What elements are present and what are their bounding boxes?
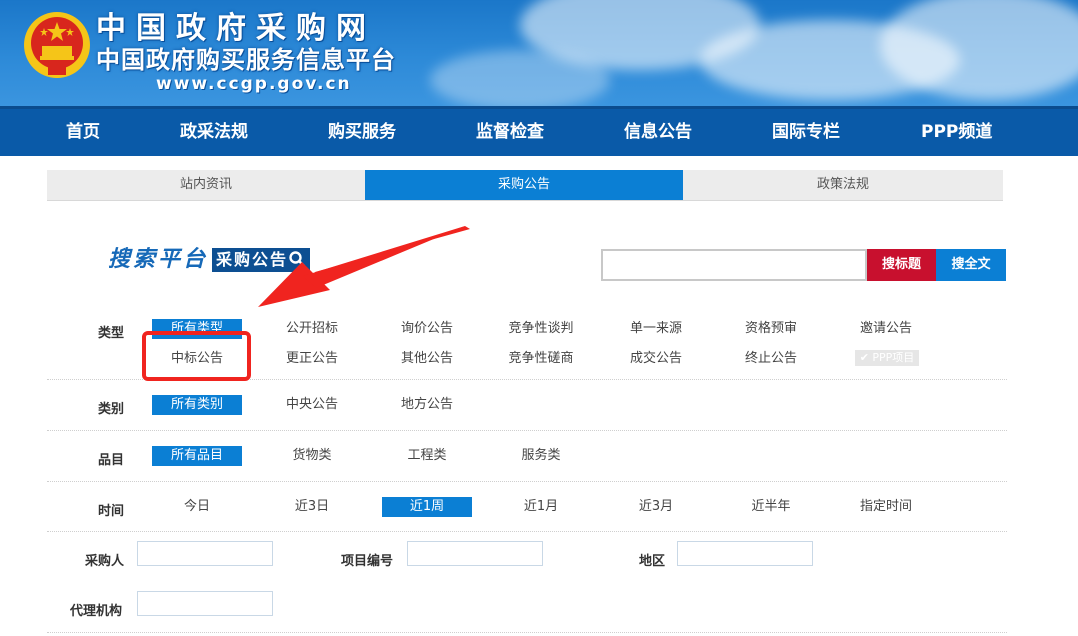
time-option-3months[interactable]: 近3月 <box>611 497 701 517</box>
search-platform-logo: 搜索平台 采购公告 <box>108 246 311 274</box>
search-input[interactable] <box>601 249 867 281</box>
filter-category-label: 类别 <box>98 402 125 417</box>
type-option-competitive-consultation[interactable]: 竞争性磋商 <box>496 349 586 369</box>
type-option-open-bid[interactable]: 公开招标 <box>267 319 357 339</box>
time-option-1month[interactable]: 近1月 <box>496 497 586 517</box>
filter-item-label: 品目 <box>98 453 125 468</box>
purchaser-field[interactable] <box>137 541 273 566</box>
nav-home[interactable]: 首页 <box>66 109 100 156</box>
purchaser-label: 采购人 <box>85 554 125 569</box>
time-option-custom[interactable]: 指定时间 <box>841 497 931 517</box>
nav-supervision[interactable]: 监督检查 <box>476 109 544 156</box>
category-option-local[interactable]: 地方公告 <box>382 395 472 415</box>
nav-purchase-services[interactable]: 购买服务 <box>328 109 396 156</box>
tab-procurement-announcements[interactable]: 采购公告 <box>365 170 683 200</box>
type-option-inquiry[interactable]: 询价公告 <box>382 319 472 339</box>
search-icon <box>289 251 305 267</box>
item-option-engineering[interactable]: 工程类 <box>382 446 472 466</box>
item-option-services[interactable]: 服务类 <box>496 446 586 466</box>
nav-ppp[interactable]: PPP频道 <box>921 109 992 156</box>
nav-regulations[interactable]: 政采法规 <box>180 109 248 156</box>
search-platform-tag: 采购公告 <box>212 248 311 272</box>
time-option-3days[interactable]: 近3日 <box>267 497 357 517</box>
type-option-invitation[interactable]: 邀请公告 <box>841 319 931 339</box>
type-option-ppp-label: PPP项目 <box>872 351 915 364</box>
search-platform-label: 搜索平台 <box>108 247 209 272</box>
main-nav: 首页 政采法规 购买服务 监督检查 信息公告 国际专栏 PPP频道 <box>0 106 1078 156</box>
site-banner: 中国政府采购网 中国政府购买服务信息平台 www.ccgp.gov.cn <box>0 0 1078 106</box>
site-title: 中国政府采购网 <box>96 11 376 46</box>
time-option-half-year[interactable]: 近半年 <box>726 497 816 517</box>
region-field[interactable] <box>677 541 813 566</box>
search-title-button[interactable]: 搜标题 <box>867 249 936 281</box>
row-divider <box>47 430 1007 431</box>
type-option-all[interactable]: 所有类型 <box>152 319 242 339</box>
type-option-prequalification[interactable]: 资格预审 <box>726 319 816 339</box>
category-option-all[interactable]: 所有类别 <box>152 395 242 415</box>
category-option-central[interactable]: 中央公告 <box>267 395 357 415</box>
type-option-ppp[interactable]: ✔ PPP项目 <box>855 350 919 366</box>
filter-time-label: 时间 <box>98 504 125 519</box>
project-no-label: 项目编号 <box>341 554 394 569</box>
tab-policies[interactable]: 政策法规 <box>683 170 1003 200</box>
type-option-competitive-negotiation[interactable]: 竞争性谈判 <box>496 319 586 339</box>
banner-cloud <box>430 50 610 106</box>
row-divider <box>47 481 1007 482</box>
filter-type-label: 类型 <box>98 326 125 341</box>
region-label: 地区 <box>639 554 666 569</box>
project-no-field[interactable] <box>407 541 543 566</box>
search-fulltext-button[interactable]: 搜全文 <box>936 249 1006 281</box>
tab-site-news[interactable]: 站内资讯 <box>47 170 365 200</box>
search-platform-tag-text: 采购公告 <box>216 250 289 269</box>
nav-international[interactable]: 国际专栏 <box>772 109 840 156</box>
agency-label: 代理机构 <box>70 604 123 619</box>
item-option-goods[interactable]: 货物类 <box>267 446 357 466</box>
check-icon: ✔ <box>859 351 873 364</box>
sub-tabs: 站内资讯 采购公告 政策法规 <box>47 170 1003 201</box>
item-option-all[interactable]: 所有品目 <box>152 446 242 466</box>
type-option-award[interactable]: 中标公告 <box>152 349 242 369</box>
row-divider <box>47 632 1007 633</box>
site-subtitle: 中国政府购买服务信息平台 <box>96 46 396 74</box>
type-option-transaction[interactable]: 成交公告 <box>611 349 701 369</box>
national-emblem-icon <box>24 12 90 79</box>
type-option-correction[interactable]: 更正公告 <box>267 349 357 369</box>
row-divider <box>47 379 1007 380</box>
time-option-1week[interactable]: 近1周 <box>382 497 472 517</box>
site-url: www.ccgp.gov.cn <box>156 74 352 94</box>
agency-field[interactable] <box>137 591 273 616</box>
time-option-today[interactable]: 今日 <box>152 497 242 517</box>
row-divider <box>47 531 1007 532</box>
type-option-termination[interactable]: 终止公告 <box>726 349 816 369</box>
type-option-other[interactable]: 其他公告 <box>382 349 472 369</box>
nav-announcements[interactable]: 信息公告 <box>624 109 692 156</box>
type-option-single-source[interactable]: 单一来源 <box>611 319 701 339</box>
